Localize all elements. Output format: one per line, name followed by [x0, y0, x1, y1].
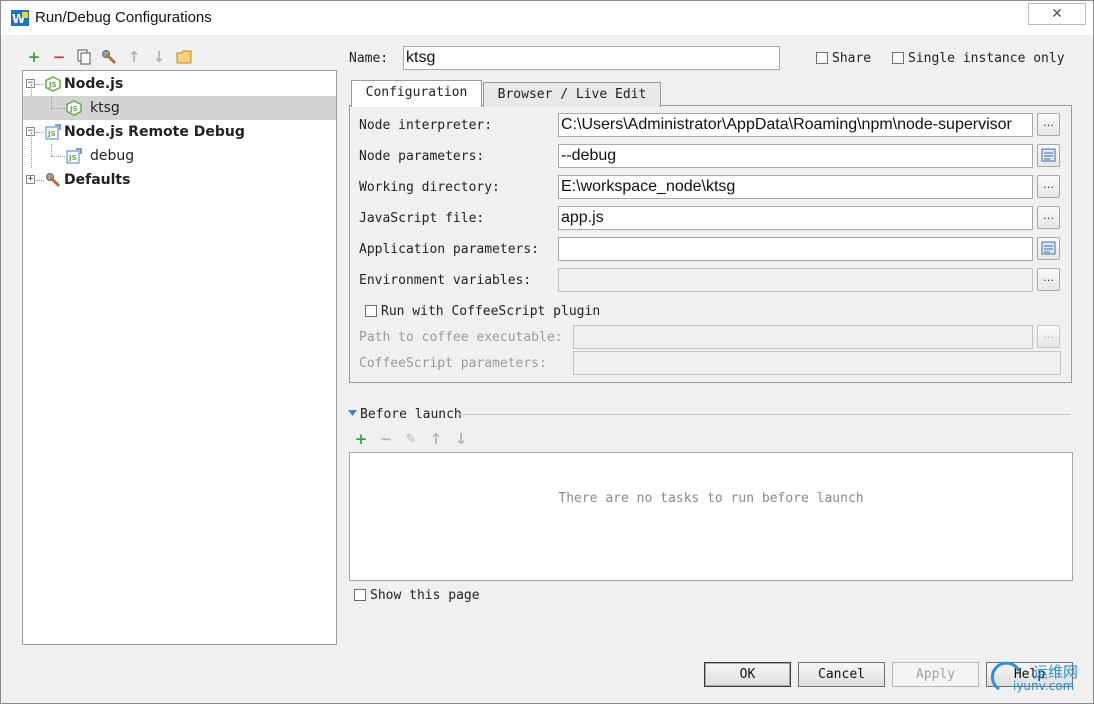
site-watermark: 运维网 iyunv.com — [990, 659, 1091, 699]
text-editor-icon — [1041, 241, 1056, 255]
move-task-up-icon[interactable]: ↑ — [428, 430, 444, 448]
expand-editor-button[interactable] — [1037, 237, 1060, 260]
close-icon: ✕ — [1051, 6, 1063, 22]
empty-tasks-message: There are no tasks to run before launch — [558, 491, 864, 506]
name-input[interactable]: ktsg — [403, 46, 780, 70]
apply-button[interactable]: Apply — [892, 662, 979, 687]
svg-text:JS: JS — [69, 105, 78, 113]
add-task-icon[interactable]: + — [353, 430, 369, 448]
tree-item-defaults[interactable]: + Defaults — [23, 168, 336, 192]
nodejs-icon: JS — [45, 76, 61, 92]
folder-icon[interactable] — [176, 49, 192, 65]
browse-button[interactable]: … — [1037, 175, 1060, 198]
javascript-file-input[interactable]: app.js — [558, 206, 1033, 230]
coffeescript-parameters-input — [573, 351, 1061, 375]
node-parameters-input[interactable]: --debug — [558, 144, 1033, 168]
tree-item-nodejs[interactable]: − JS Node.js — [23, 72, 336, 96]
environment-variables-label: Environment variables: — [359, 273, 532, 288]
coffeescript-plugin-label: Run with CoffeeScript plugin — [381, 304, 601, 319]
webstorm-app-icon: W — [11, 10, 29, 26]
tree-item-label: ktsg — [90, 100, 120, 116]
expand-editor-button[interactable] — [1037, 144, 1060, 167]
section-divider — [458, 414, 1070, 415]
configuration-tree: − JS Node.js JS ktsg − JS Node.js Remote… — [22, 70, 337, 645]
tree-item-ktsg[interactable]: JS ktsg — [23, 96, 336, 120]
expand-icon[interactable]: + — [26, 175, 35, 184]
move-task-down-icon[interactable]: ↓ — [453, 430, 469, 448]
wrench-icon — [46, 173, 61, 188]
node-parameters-label: Node parameters: — [359, 149, 485, 164]
copy-icon[interactable] — [76, 49, 92, 65]
show-page-checkbox[interactable] — [354, 589, 366, 601]
ok-button[interactable]: OK — [704, 662, 791, 687]
window-title: Run/Debug Configurations — [35, 9, 212, 26]
text-editor-icon — [1041, 148, 1056, 162]
nodejs-icon: JS — [66, 100, 82, 116]
tree-item-label: Node.js — [64, 76, 124, 92]
application-parameters-input[interactable] — [558, 237, 1033, 261]
remove-task-icon[interactable]: − — [378, 430, 394, 448]
move-up-icon[interactable]: ↑ — [126, 48, 142, 66]
watermark-domain: iyunv.com — [1013, 679, 1075, 693]
browse-button[interactable]: … — [1037, 113, 1060, 136]
show-page-label: Show this page — [370, 588, 480, 603]
title-bar: W Run/Debug Configurations ✕ — [1, 1, 1093, 35]
browse-button[interactable]: … — [1037, 268, 1060, 291]
wrench-icon[interactable] — [101, 49, 117, 65]
tree-item-label: Defaults — [64, 172, 131, 188]
run-debug-dialog: W Run/Debug Configurations ✕ + − ↑ ↓ − J… — [0, 0, 1094, 704]
single-instance-checkbox[interactable] — [892, 52, 904, 64]
javascript-file-label: JavaScript file: — [359, 211, 485, 226]
working-directory-label: Working directory: — [359, 180, 500, 195]
svg-text:JS: JS — [68, 154, 77, 162]
add-icon[interactable]: + — [26, 48, 42, 66]
coffee-path-input — [573, 325, 1033, 349]
close-button[interactable]: ✕ — [1028, 3, 1086, 25]
move-down-icon[interactable]: ↓ — [151, 48, 167, 66]
tab-browser-live-edit[interactable]: Browser / Live Edit — [483, 82, 661, 107]
environment-variables-input[interactable] — [558, 268, 1033, 292]
tree-item-debug[interactable]: JS debug — [23, 144, 336, 168]
share-checkbox[interactable] — [816, 52, 828, 64]
node-interpreter-input[interactable]: C:\Users\Administrator\AppData\Roaming\n… — [558, 113, 1033, 137]
browse-button: … — [1037, 325, 1060, 348]
before-launch-task-list[interactable]: There are no tasks to run before launch — [349, 452, 1073, 581]
coffeescript-parameters-label: CoffeeScript parameters: — [359, 356, 547, 371]
collapse-triangle-icon[interactable] — [348, 410, 357, 417]
coffee-path-label: Path to coffee executable: — [359, 330, 563, 345]
share-label: Share — [832, 51, 872, 66]
svg-text:JS: JS — [47, 130, 56, 138]
tree-item-label: debug — [90, 148, 135, 164]
tree-item-nodejs-remote-debug[interactable]: − JS Node.js Remote Debug — [23, 120, 336, 144]
coffeescript-plugin-checkbox[interactable] — [365, 305, 377, 317]
tree-item-label: Node.js Remote Debug — [64, 124, 245, 140]
remote-debug-icon: JS — [66, 148, 82, 164]
name-label: Name: — [349, 51, 389, 66]
application-parameters-label: Application parameters: — [359, 242, 540, 257]
before-launch-title: Before launch — [360, 407, 462, 422]
cancel-button[interactable]: Cancel — [798, 662, 885, 687]
edit-task-icon[interactable]: ✎ — [403, 431, 419, 447]
tab-configuration[interactable]: Configuration — [351, 80, 482, 107]
remote-debug-icon: JS — [45, 124, 61, 140]
remove-icon[interactable]: − — [51, 48, 67, 66]
working-directory-input[interactable]: E:\workspace_node\ktsg — [558, 175, 1033, 199]
node-interpreter-label: Node interpreter: — [359, 118, 493, 133]
single-instance-label: Single instance only — [908, 51, 1065, 66]
svg-text:JS: JS — [48, 81, 57, 89]
browse-button[interactable]: … — [1037, 206, 1060, 229]
